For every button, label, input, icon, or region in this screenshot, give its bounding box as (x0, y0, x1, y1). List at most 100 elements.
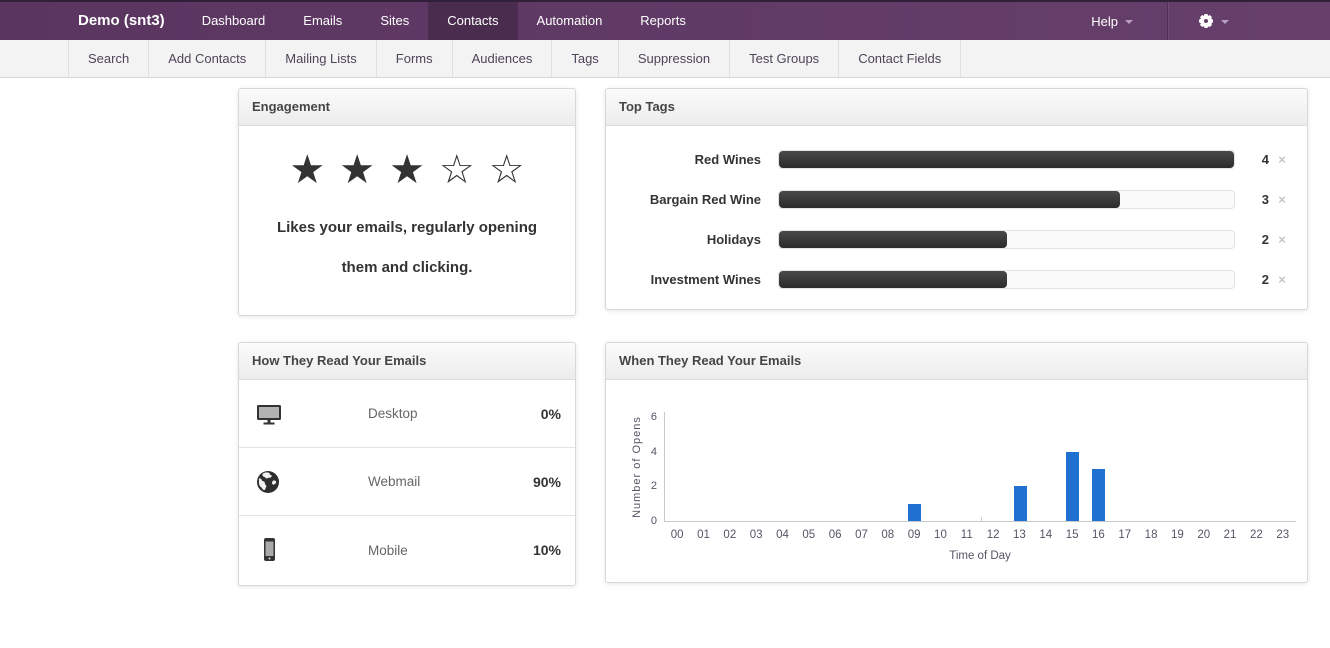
remove-tag-button[interactable]: × (1269, 152, 1295, 167)
subnav-item-suppression[interactable]: Suppression (619, 40, 730, 77)
x-tick-label-16: 16 (1085, 529, 1111, 541)
x-tick-label-05: 05 (796, 529, 822, 541)
top-tags-panel: Top Tags Red Wines4×Bargain Red Wine3×Ho… (605, 88, 1308, 310)
x-tick-label-23: 23 (1270, 529, 1296, 541)
x-tick-label-13: 13 (1006, 529, 1032, 541)
tag-bar-fill (779, 191, 1120, 208)
desktop-icon (256, 402, 282, 426)
x-tick-label-02: 02 (717, 529, 743, 541)
tag-count: 3 (1241, 192, 1269, 207)
x-tick-label-18: 18 (1138, 529, 1164, 541)
tag-bar-track (778, 230, 1235, 249)
tag-list: Red Wines4×Bargain Red Wine3×Holidays2×I… (606, 126, 1307, 299)
chart-x-axis-title: Time of Day (664, 550, 1296, 562)
chart-slot-09 (902, 504, 928, 521)
read-times-panel: When They Read Your Emails Number of Ope… (605, 342, 1308, 583)
chart-slot-13 (1007, 486, 1033, 521)
chevron-down-icon (1125, 20, 1133, 24)
x-tick-label-15: 15 (1059, 529, 1085, 541)
nav-item-sites[interactable]: Sites (361, 2, 428, 40)
star-filled-icon: ★ (339, 147, 375, 193)
opens-by-hour-chart: Number of Opens 0246 0001020304050607080… (606, 380, 1307, 582)
remove-tag-button[interactable]: × (1269, 192, 1295, 207)
x-tick-label-21: 21 (1217, 529, 1243, 541)
tag-row-red-wines: Red Wines4× (606, 139, 1307, 179)
settings-menu[interactable] (1192, 13, 1235, 29)
x-tick-label-08: 08 (875, 529, 901, 541)
x-tick-label-14: 14 (1033, 529, 1059, 541)
engagement-description-line2: them and clicking. (239, 248, 575, 288)
remove-tag-button[interactable]: × (1269, 232, 1295, 247)
chart-x-labels: 0001020304050607080910111213141516171819… (664, 529, 1296, 541)
subnav-item-search[interactable]: Search (68, 40, 149, 77)
help-menu[interactable]: Help (1081, 14, 1143, 29)
tag-row-holidays: Holidays 2× (606, 219, 1307, 259)
nav-item-contacts[interactable]: Contacts (428, 2, 517, 40)
globe-icon (256, 470, 282, 494)
tag-row-investment-wines: Investment Wines2× (606, 259, 1307, 299)
bar-hour-09 (908, 504, 921, 521)
star-filled-icon: ★ (389, 147, 425, 193)
tag-bar-fill (779, 151, 1234, 168)
read-times-panel-title: When They Read Your Emails (606, 343, 1307, 380)
tag-bar-track (778, 190, 1235, 209)
subnav-item-contact-fields[interactable]: Contact Fields (839, 40, 961, 77)
nav-item-dashboard[interactable]: Dashboard (183, 2, 285, 40)
x-tick-label-17: 17 (1112, 529, 1138, 541)
mobile-icon (256, 537, 282, 563)
subnav-item-mailing-lists[interactable]: Mailing Lists (266, 40, 377, 77)
read-method-label: Webmail (368, 474, 533, 489)
read-method-row-webmail: Webmail 90% (239, 448, 575, 516)
tag-bar-fill (779, 231, 1007, 248)
read-method-row-mobile: Mobile 10% (239, 516, 575, 584)
y-tick-label-2: 2 (641, 480, 657, 492)
tag-name: Holidays (606, 232, 778, 247)
read-method-row-desktop: Desktop 0% (239, 380, 575, 448)
tag-name: Bargain Red Wine (606, 192, 778, 207)
read-methods-panel: How They Read Your Emails Desktop 0% Web… (238, 342, 576, 586)
tag-count: 2 (1241, 232, 1269, 247)
tag-bar-track (778, 150, 1235, 169)
chart-slot-15 (1059, 452, 1085, 521)
remove-tag-button[interactable]: × (1269, 272, 1295, 287)
x-tick-label-12: 12 (980, 529, 1006, 541)
engagement-panel-title: Engagement (239, 89, 575, 126)
star-empty-icon: ☆ (439, 147, 475, 193)
tag-bar-track (778, 270, 1235, 289)
engagement-description-line1: Likes your emails, regularly opening (239, 208, 575, 248)
navbar-right-group: Help (1081, 2, 1330, 40)
subnav-item-audiences[interactable]: Audiences (453, 40, 553, 77)
bar-hour-16 (1092, 469, 1105, 521)
subnav-item-forms[interactable]: Forms (377, 40, 453, 77)
top-tags-panel-title: Top Tags (606, 89, 1307, 126)
chart-plot-area: Number of Opens 0246 (664, 412, 1296, 522)
star-filled-icon: ★ (289, 147, 325, 193)
x-tick-label-01: 01 (690, 529, 716, 541)
tag-row-bargain-red-wine: Bargain Red Wine 3× (606, 179, 1307, 219)
subnav-item-test-groups[interactable]: Test Groups (730, 40, 839, 77)
read-method-value: 10% (533, 542, 561, 558)
chart-plot-slots (665, 412, 1296, 521)
tag-name: Red Wines (606, 152, 778, 167)
x-tick-label-03: 03 (743, 529, 769, 541)
engagement-panel: Engagement ★★★☆☆ Likes your emails, regu… (238, 88, 576, 316)
x-tick-label-06: 06 (822, 529, 848, 541)
x-tick-label-20: 20 (1191, 529, 1217, 541)
nav-item-emails[interactable]: Emails (284, 2, 361, 40)
gear-icon (1198, 13, 1214, 29)
chart-slot-16 (1086, 469, 1112, 521)
x-tick-label-09: 09 (901, 529, 927, 541)
y-tick-label-4: 4 (641, 446, 657, 458)
x-tick-label-10: 10 (927, 529, 953, 541)
x-tick-label-11: 11 (954, 529, 980, 541)
nav-item-automation[interactable]: Automation (518, 2, 622, 40)
subnav-item-add-contacts[interactable]: Add Contacts (149, 40, 266, 77)
x-tick-label-19: 19 (1164, 529, 1190, 541)
contacts-subnav: SearchAdd ContactsMailing ListsFormsAudi… (0, 40, 1330, 78)
x-tick-label-07: 07 (848, 529, 874, 541)
subnav-item-tags[interactable]: Tags (552, 40, 618, 77)
read-methods-panel-title: How They Read Your Emails (239, 343, 575, 380)
nav-item-reports[interactable]: Reports (621, 2, 705, 40)
bar-hour-13 (1014, 486, 1027, 521)
navbar-divider (1167, 2, 1168, 40)
